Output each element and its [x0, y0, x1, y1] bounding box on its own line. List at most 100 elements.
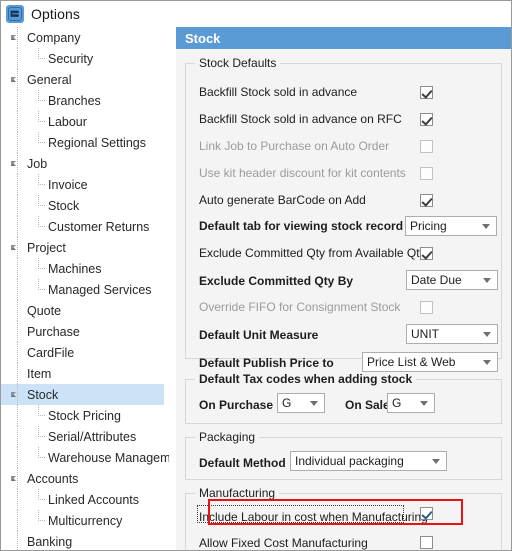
sidebar-item-machines[interactable]: Machines — [1, 258, 169, 279]
expander-triangle-icon[interactable] — [11, 245, 16, 250]
sidebar-item-labour[interactable]: Labour — [1, 111, 169, 132]
checkbox-use-kit-header-discount — [420, 167, 433, 180]
row-exclude-committed-qty-from-available-qty: Exclude Committed Qty from Available Qty — [199, 244, 426, 262]
sidebar-item-label: Regional Settings — [48, 135, 146, 150]
tree-guide-line — [17, 111, 18, 132]
label-auto-generate-barcode-on-add: Auto generate BarCode on Add — [199, 193, 366, 207]
group-manufacturing: Manufacturing Include Labour in cost whe… — [185, 486, 502, 550]
tree-guide-line — [17, 363, 18, 384]
checkbox-backfill-stock-sold-in-advance[interactable] — [420, 86, 433, 99]
label-backfill-stock-sold-in-advance: Backfill Stock sold in advance — [199, 85, 358, 99]
checkbox-auto-generate-barcode-on-add[interactable] — [420, 194, 433, 207]
combo-exclude-committed-qty-by[interactable]: Date Due — [406, 270, 498, 290]
sidebar-item-banking[interactable]: Banking — [1, 531, 169, 550]
expander-triangle-icon[interactable] — [11, 476, 16, 481]
tree-guide-line — [38, 499, 46, 500]
focus-outline-include-labour — [197, 505, 404, 523]
expander-triangle-icon[interactable] — [11, 35, 16, 40]
sidebar-item-label: Machines — [48, 261, 102, 276]
combo-default-unit-measure-value: UNIT — [411, 327, 439, 341]
sidebar-item-accounts[interactable]: Accounts — [1, 468, 169, 489]
window-titlebar: Options — [1, 1, 511, 27]
tree-guide-line — [17, 237, 18, 258]
combo-default-unit-measure[interactable]: UNIT — [406, 324, 498, 344]
checkbox-allow-fixed-cost-manufacturing[interactable] — [420, 536, 433, 549]
group-default-tax-codes: Default Tax codes when adding stock On P… — [185, 372, 502, 424]
sidebar-item-cardfile[interactable]: CardFile — [1, 342, 169, 363]
combo-default-packaging-method[interactable]: Individual packaging — [290, 451, 447, 471]
tree-guide-line — [17, 342, 18, 363]
label-default-unit-measure: Default Unit Measure — [199, 328, 319, 342]
pane-splitter[interactable] — [169, 27, 176, 550]
checkbox-include-labour-in-cost[interactable] — [420, 507, 433, 520]
checkbox-override-fifo-for-consignment-stock — [420, 301, 433, 314]
pane-header: Stock — [176, 27, 511, 49]
combo-on-purchase-tax-code[interactable]: G — [277, 393, 325, 413]
expander-triangle-icon[interactable] — [11, 392, 16, 397]
expander-triangle-icon[interactable] — [11, 161, 16, 166]
row-allow-fixed-cost-manufacturing: Allow Fixed Cost Manufacturing — [199, 534, 368, 550]
sidebar-item-security[interactable]: Security — [1, 48, 169, 69]
chevron-down-icon — [420, 401, 428, 406]
tree-guide-line — [38, 436, 46, 437]
tree-guide-line — [17, 90, 18, 111]
row-default-unit-measure: Default Unit Measure — [199, 326, 318, 344]
sidebar-item-multicurrency[interactable]: Multicurrency — [1, 510, 169, 531]
sidebar-item-project[interactable]: Project — [1, 237, 169, 258]
combo-default-tab-for-viewing-stock-record[interactable]: Pricing — [405, 216, 497, 236]
checkbox-exclude-committed-qty-from-available-qty[interactable] — [420, 247, 433, 260]
expander-triangle-icon[interactable] — [11, 77, 16, 82]
row-backfill-stock-sold-in-advance-on-rfc: Backfill Stock sold in advance on RFC — [199, 110, 402, 128]
combo-default-tab-value: Pricing — [410, 219, 447, 233]
sidebar-item-label: Customer Returns — [48, 219, 150, 234]
label-default-method: Default Method — [199, 456, 286, 470]
sidebar-item-item[interactable]: Item — [1, 363, 169, 384]
pane-body: Stock Defaults Backfill Stock sold in ad… — [176, 49, 511, 550]
sidebar-item-customer-returns[interactable]: Customer Returns — [1, 216, 169, 237]
stock-settings-pane: Stock Stock Defaults Backfill Stock sold… — [176, 27, 511, 550]
sidebar-item-warehouse-management[interactable]: Warehouse Management — [1, 447, 169, 468]
chevron-down-icon — [482, 224, 490, 229]
tree-guide-line — [38, 184, 46, 185]
label-override-fifo-for-consignment-stock: Override FIFO for Consignment Stock — [199, 300, 401, 314]
sidebar-item-regional-settings[interactable]: Regional Settings — [1, 132, 169, 153]
sidebar-item-label: Company — [27, 30, 81, 45]
combo-default-packaging-method-value: Individual packaging — [295, 454, 404, 468]
tree-guide-line — [17, 27, 18, 48]
tree-guide-line — [17, 69, 18, 90]
sidebar-item-general[interactable]: General — [1, 69, 169, 90]
sidebar-item-label: Stock — [27, 387, 59, 402]
row-auto-generate-barcode-on-add: Auto generate BarCode on Add — [199, 191, 366, 209]
sidebar-item-label: Stock Pricing — [48, 408, 121, 423]
row-default-publish-price-to: Default Publish Price to — [199, 354, 334, 372]
sidebar-item-quote[interactable]: Quote — [1, 300, 169, 321]
tree-guide-line — [38, 457, 46, 458]
sidebar-item-label: Security — [48, 51, 94, 66]
sidebar-item-company[interactable]: Company — [1, 27, 169, 48]
sidebar-item-stock-pricing[interactable]: Stock Pricing — [1, 405, 169, 426]
sidebar-item-linked-accounts[interactable]: Linked Accounts — [1, 489, 169, 510]
checkbox-backfill-stock-sold-in-advance-on-rfc[interactable] — [420, 113, 433, 126]
sidebar-item-stock[interactable]: Stock — [1, 195, 169, 216]
row-link-job-to-purchase-on-auto-order: Link Job to Purchase on Auto Order — [199, 137, 389, 155]
sidebar-item-purchase[interactable]: Purchase — [1, 321, 169, 342]
sidebar-item-invoice[interactable]: Invoice — [1, 174, 169, 195]
combo-default-publish-price-to[interactable]: Price List & Web — [362, 352, 498, 372]
chevron-down-icon — [310, 401, 318, 406]
tree-guide-line — [17, 48, 18, 69]
combo-on-sale-tax-code[interactable]: G — [387, 393, 435, 413]
tree-guide-line — [17, 405, 18, 426]
tree-guide-line — [17, 174, 18, 195]
label-backfill-stock-sold-in-advance-on-rfc: Backfill Stock sold in advance on RFC — [199, 112, 402, 126]
sidebar-item-job[interactable]: Job — [1, 153, 169, 174]
tree-guide-line — [17, 216, 18, 237]
sidebar-item-branches[interactable]: Branches — [1, 90, 169, 111]
row-on-sale: On Sale — [345, 396, 390, 414]
sidebar-item-serial-attributes[interactable]: Serial/Attributes — [1, 426, 169, 447]
label-exclude-committed-qty-from-available-qty: Exclude Committed Qty from Available Qty — [199, 246, 426, 260]
sidebar-item-stock[interactable]: Stock — [1, 384, 164, 405]
label-default-tab-for-viewing-stock-record: Default tab for viewing stock record — [199, 219, 404, 233]
options-tree[interactable]: Company Security General Branches Labour Regi… — [1, 27, 169, 550]
sidebar-item-managed-services[interactable]: Managed Services — [1, 279, 169, 300]
sidebar-item-label: Managed Services — [48, 282, 152, 297]
